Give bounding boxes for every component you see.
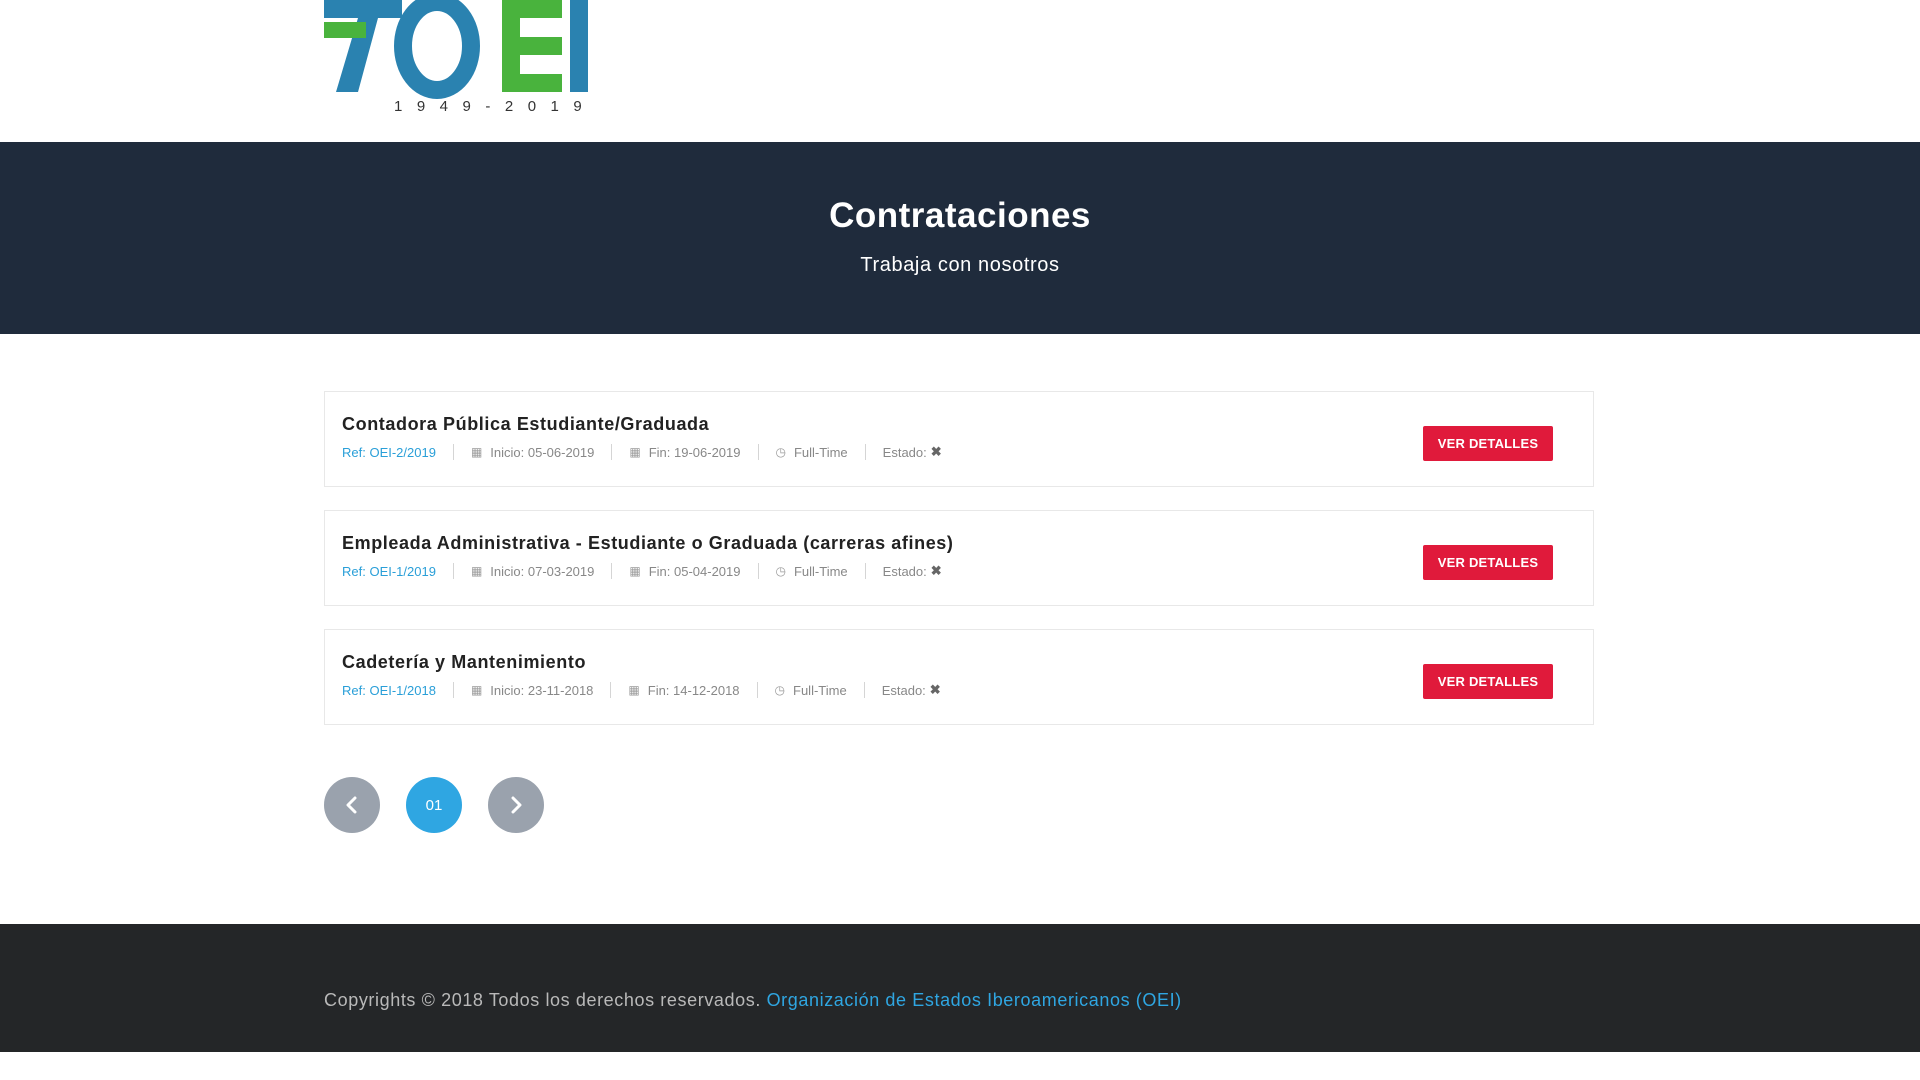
job-meta: Ref: OEI-1/2018 ▦ Inicio: 23-11-2018 ▦ F… xyxy=(342,682,958,698)
chevron-left-icon xyxy=(346,796,357,814)
job-type: ◷ Full-Time xyxy=(757,444,865,460)
ver-detalles-button[interactable]: VER DETALLES xyxy=(1423,426,1553,461)
job-state-label: Estado: xyxy=(882,444,927,460)
page-title: Contrataciones xyxy=(829,196,1091,235)
job-title[interactable]: Empleada Administrativa - Estudiante o G… xyxy=(342,533,954,554)
job-ref: Ref: OEI-1/2018 xyxy=(342,682,436,698)
job-end: ▦ Fin: 14-12-2018 xyxy=(610,682,756,698)
pagination: 01 xyxy=(324,777,544,833)
calendar-icon: ▦ xyxy=(470,683,483,697)
job-type-text: Full-Time xyxy=(793,563,848,579)
prev-page-button[interactable] xyxy=(324,777,380,833)
job-start: ▦ Inicio: 05-06-2019 xyxy=(452,444,611,460)
page-subtitle: Trabaja con nosotros xyxy=(860,254,1060,276)
job-meta: Ref: OEI-1/2019 ▦ Inicio: 07-03-2019 ▦ F… xyxy=(342,563,959,579)
copyright-text: Copyrights © 2018 Todos los derechos res… xyxy=(324,990,761,1010)
ver-detalles-button[interactable]: VER DETALLES xyxy=(1423,664,1553,699)
next-page-button[interactable] xyxy=(488,777,544,833)
job-start: ▦ Inicio: 07-03-2019 xyxy=(452,563,611,579)
job-state: Estado: ✖ xyxy=(863,682,958,698)
job-type-text: Full-Time xyxy=(793,444,848,460)
job-state-label: Estado: xyxy=(882,563,927,579)
calendar-icon: ▦ xyxy=(629,564,641,578)
job-end-text: Fin: 14-12-2018 xyxy=(647,682,740,698)
page-number-current[interactable]: 01 xyxy=(406,777,462,833)
close-icon: ✖ xyxy=(929,682,941,697)
job-end: ▦ Fin: 05-04-2019 xyxy=(611,563,757,579)
job-start-text: Inicio: 23-11-2018 xyxy=(490,682,594,698)
job-type: ◷ Full-Time xyxy=(757,563,865,579)
job-end-text: Fin: 19-06-2019 xyxy=(648,444,741,460)
job-state-label: Estado: xyxy=(881,682,926,698)
job-ref: Ref: OEI-2/2019 xyxy=(342,444,436,460)
job-state: Estado: ✖ xyxy=(864,563,959,579)
job-card: Empleada Administrativa - Estudiante o G… xyxy=(324,510,1594,606)
job-type: ◷ Full-Time xyxy=(756,682,864,698)
calendar-icon: ▦ xyxy=(628,683,640,697)
close-icon: ✖ xyxy=(930,444,942,459)
job-start-text: Inicio: 07-03-2019 xyxy=(490,563,595,579)
calendar-icon: ▦ xyxy=(470,445,483,459)
job-end: ▦ Fin: 19-06-2019 xyxy=(611,444,757,460)
job-start-text: Inicio: 05-06-2019 xyxy=(490,444,595,460)
job-ref: Ref: OEI-1/2019 xyxy=(342,563,436,579)
job-title[interactable]: Cadetería y Mantenimiento xyxy=(342,652,586,673)
calendar-icon: ▦ xyxy=(470,564,483,578)
bottom-strip xyxy=(0,1052,1920,1080)
job-meta: Ref: OEI-2/2019 ▦ Inicio: 05-06-2019 ▦ F… xyxy=(342,444,959,460)
job-end-text: Fin: 05-04-2019 xyxy=(648,563,741,579)
ver-detalles-button[interactable]: VER DETALLES xyxy=(1423,545,1553,580)
job-state: Estado: ✖ xyxy=(864,444,959,460)
org-link[interactable]: Organización de Estados Iberoamericanos … xyxy=(767,990,1182,1010)
job-type-text: Full-Time xyxy=(793,682,847,698)
oei-70-logo[interactable]: 1949-2019 xyxy=(324,0,624,120)
job-start: ▦ Inicio: 23-11-2018 xyxy=(452,682,610,698)
clock-icon: ◷ xyxy=(775,564,786,578)
clock-icon: ◷ xyxy=(775,445,786,459)
close-icon: ✖ xyxy=(930,563,942,578)
logo-graphic xyxy=(324,0,588,99)
job-card: Cadetería y Mantenimiento Ref: OEI-1/201… xyxy=(324,629,1594,725)
calendar-icon: ▦ xyxy=(629,445,641,459)
job-card: Contadora Pública Estudiante/Graduada Re… xyxy=(324,391,1594,487)
header-bar: 1949-2019 xyxy=(0,0,1920,142)
hero-banner: Contrataciones Trabaja con nosotros xyxy=(0,142,1920,334)
footer: Copyrights © 2018 Todos los derechos res… xyxy=(0,924,1920,1052)
job-list: Contadora Pública Estudiante/Graduada Re… xyxy=(324,391,1594,748)
footer-copyright: Copyrights © 2018 Todos los derechos res… xyxy=(324,990,1182,1011)
chevron-right-icon xyxy=(511,796,522,814)
clock-icon: ◷ xyxy=(774,683,786,697)
logo-years: 1949-2019 xyxy=(394,98,597,115)
job-title[interactable]: Contadora Pública Estudiante/Graduada xyxy=(342,414,709,435)
